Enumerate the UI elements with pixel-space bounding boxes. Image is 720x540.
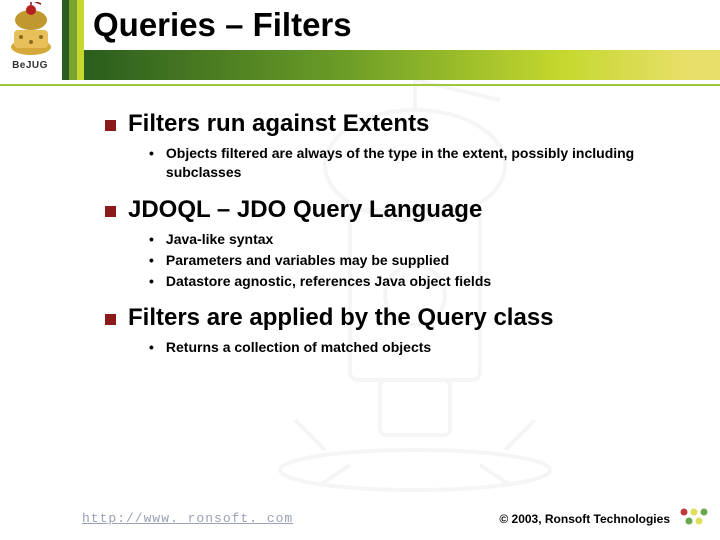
- sub-list: • Returns a collection of matched object…: [149, 338, 680, 357]
- dot-bullet-icon: •: [149, 338, 154, 357]
- slide-body: Filters run against Extents • Objects fi…: [105, 110, 680, 371]
- square-bullet-icon: [105, 120, 116, 131]
- header-green-bar: [84, 50, 720, 80]
- bullet-item: Filters run against Extents • Objects fi…: [105, 110, 680, 182]
- bullet-text: Filters are applied by the Query class: [128, 304, 554, 332]
- sub-item: • Parameters and variables may be suppli…: [149, 251, 680, 270]
- logo: BeJUG: [0, 0, 60, 80]
- bejug-logo-icon: [6, 2, 56, 57]
- bullet-item: Filters are applied by the Query class •…: [105, 304, 680, 357]
- sub-list: • Java-like syntax • Parameters and vari…: [149, 230, 680, 291]
- dot-bullet-icon: •: [149, 144, 154, 163]
- footer-url-link[interactable]: http://www. ronsoft. com: [82, 511, 293, 526]
- accent-stripe: [62, 0, 84, 80]
- slide-title: Queries – Filters: [93, 6, 352, 44]
- sub-item: • Objects filtered are always of the typ…: [149, 144, 680, 182]
- sub-item: • Datastore agnostic, references Java ob…: [149, 272, 680, 291]
- sub-text: Objects filtered are always of the type …: [166, 144, 680, 182]
- sub-item: • Java-like syntax: [149, 230, 680, 249]
- sub-item: • Returns a collection of matched object…: [149, 338, 680, 357]
- divider-line: [0, 84, 720, 86]
- footer-dots-icon: [678, 506, 708, 528]
- dot-bullet-icon: •: [149, 272, 154, 291]
- bullet-text: JDOQL – JDO Query Language: [128, 196, 482, 224]
- bullet-text: Filters run against Extents: [128, 110, 429, 138]
- bullet-heading: JDOQL – JDO Query Language: [105, 196, 680, 224]
- logo-text: BeJUG: [0, 60, 60, 71]
- bullet-item: JDOQL – JDO Query Language • Java-like s…: [105, 196, 680, 291]
- square-bullet-icon: [105, 206, 116, 217]
- square-bullet-icon: [105, 314, 116, 325]
- bullet-heading: Filters are applied by the Query class: [105, 304, 680, 332]
- bullet-heading: Filters run against Extents: [105, 110, 680, 138]
- dot-bullet-icon: •: [149, 230, 154, 249]
- sub-text: Java-like syntax: [166, 230, 273, 249]
- slide-header: BeJUG Queries – Filters: [0, 0, 720, 80]
- sub-list: • Objects filtered are always of the typ…: [149, 144, 680, 182]
- sub-text: Returns a collection of matched objects: [166, 338, 431, 357]
- footer-copyright: © 2003, Ronsoft Technologies: [499, 512, 670, 526]
- sub-text: Parameters and variables may be supplied: [166, 251, 449, 270]
- dot-bullet-icon: •: [149, 251, 154, 270]
- slide-footer: http://www. ronsoft. com © 2003, Ronsoft…: [0, 504, 720, 526]
- sub-text: Datastore agnostic, references Java obje…: [166, 272, 491, 291]
